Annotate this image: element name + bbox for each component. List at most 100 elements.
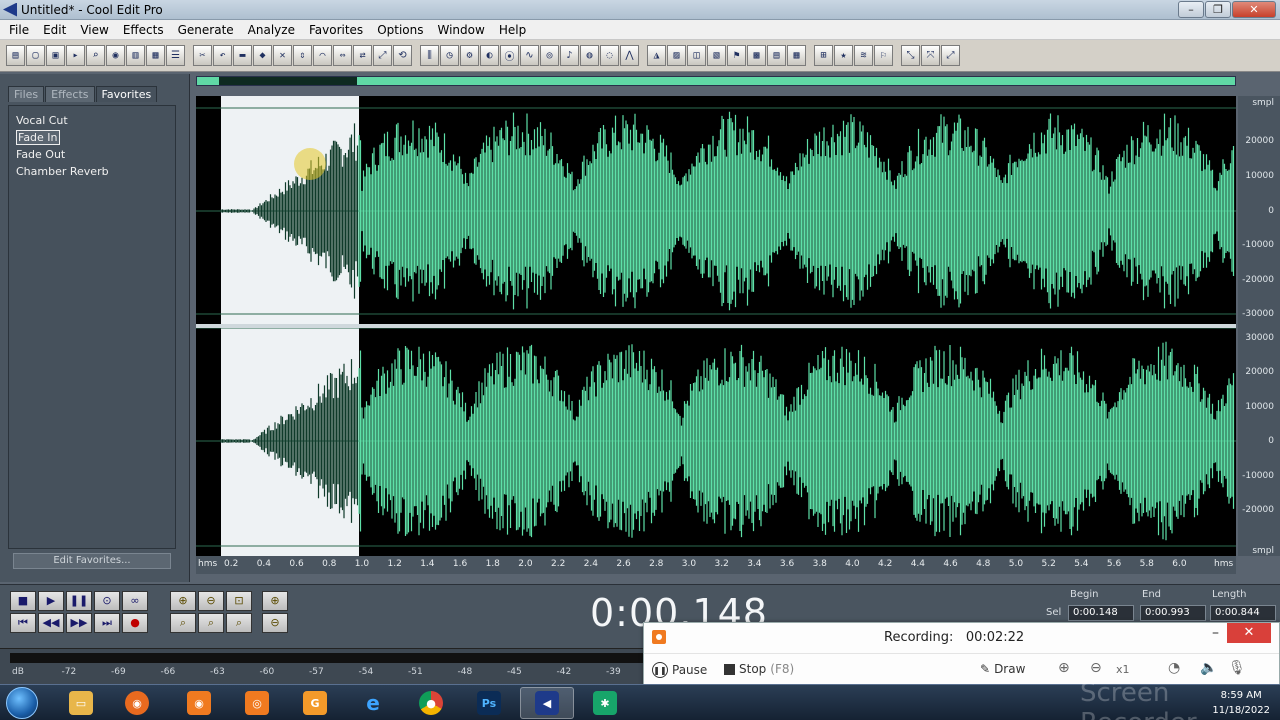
list-item[interactable]: Chamber Reverb bbox=[9, 163, 175, 180]
play-file-icon[interactable]: ▸ bbox=[66, 45, 85, 66]
zoom-in-horizontal-icon[interactable]: ⊕ bbox=[170, 591, 196, 611]
minimize-button[interactable]: – bbox=[1178, 1, 1204, 18]
taskbar-explorer[interactable]: ▭ bbox=[54, 687, 108, 719]
insert-silence-icon[interactable]: ▬ bbox=[233, 45, 252, 66]
echo-icon[interactable]: ⦿ bbox=[500, 45, 519, 66]
batch-icon[interactable]: ▩ bbox=[747, 45, 766, 66]
open-file-icon[interactable]: ▣ bbox=[46, 45, 65, 66]
taskbar-cool-edit[interactable]: ◀ bbox=[520, 687, 574, 719]
taskbar-pdf[interactable]: G bbox=[288, 687, 342, 719]
taskbar-photoshop[interactable]: Ps bbox=[462, 687, 516, 719]
menu-help[interactable]: Help bbox=[492, 23, 533, 37]
stretch-icon[interactable]: ⇔ bbox=[333, 45, 352, 66]
taskbar-ie[interactable]: e bbox=[346, 687, 400, 719]
cd-track-icon[interactable]: ◉ bbox=[106, 45, 125, 66]
fullscreen-icon[interactable]: ⤢ bbox=[941, 45, 960, 66]
zoom-left-icon[interactable]: ⌕ bbox=[170, 613, 196, 633]
end-field[interactable]: 0:00.993 bbox=[1140, 605, 1206, 621]
menu-view[interactable]: View bbox=[73, 23, 115, 37]
crossfade-icon[interactable]: ✕ bbox=[273, 45, 292, 66]
zoom-in-icon[interactable]: ⊕ bbox=[1058, 660, 1070, 676]
meter-view-icon[interactable]: ▥ bbox=[126, 45, 145, 66]
taskbar-app[interactable]: ✱ bbox=[578, 687, 632, 719]
zoom-right-icon[interactable]: ⌕ bbox=[198, 613, 224, 633]
filter-icon[interactable]: ◐ bbox=[480, 45, 499, 66]
tab-files[interactable]: Files bbox=[8, 86, 45, 102]
restore-button[interactable]: ❐ bbox=[1205, 1, 1231, 18]
list-item[interactable]: Vocal Cut bbox=[9, 112, 175, 129]
cut-icon[interactable]: ✂ bbox=[193, 45, 212, 66]
rewind-icon[interactable]: ◀◀ bbox=[38, 613, 64, 633]
stop-recording-button[interactable]: Stop (F8) bbox=[724, 662, 794, 676]
reverse-icon[interactable]: ⇄ bbox=[353, 45, 372, 66]
menu-favorites[interactable]: Favorites bbox=[302, 23, 370, 37]
undo-icon[interactable]: ↶ bbox=[213, 45, 232, 66]
play-icon[interactable]: ▶ bbox=[38, 591, 64, 611]
envelope-icon[interactable]: ⌒ bbox=[313, 45, 332, 66]
chorus-icon[interactable]: ◍ bbox=[580, 45, 599, 66]
marker-icon[interactable]: ⚐ bbox=[874, 45, 893, 66]
zoom-full-icon[interactable]: ⊡ bbox=[226, 591, 252, 611]
grid-icon[interactable]: ▦ bbox=[787, 45, 806, 66]
zoom-out-icon[interactable]: ⊖ bbox=[1090, 660, 1102, 676]
menu-window[interactable]: Window bbox=[431, 23, 492, 37]
zoom-out-vertical-icon[interactable]: ⊖ bbox=[262, 613, 288, 633]
mixer-icon[interactable]: ⊞ bbox=[814, 45, 833, 66]
taskbar-camera[interactable]: ◎ bbox=[230, 687, 284, 719]
menu-generate[interactable]: Generate bbox=[171, 23, 241, 37]
distortion-icon[interactable]: ⋀ bbox=[620, 45, 639, 66]
tab-favorites[interactable]: Favorites bbox=[95, 86, 158, 102]
microphone-icon[interactable]: 🎙 bbox=[1228, 660, 1246, 676]
waveform-display[interactable] bbox=[196, 96, 1236, 556]
overview-viewport[interactable] bbox=[219, 77, 357, 85]
zoom-selection-icon[interactable]: ⌕ bbox=[226, 613, 252, 633]
webcam-icon[interactable]: ◔ bbox=[1168, 660, 1180, 676]
pause-icon[interactable]: ❚❚ bbox=[66, 591, 92, 611]
phase-icon[interactable]: ◫ bbox=[687, 45, 706, 66]
menu-analyze[interactable]: Analyze bbox=[241, 23, 302, 37]
menu-effects[interactable]: Effects bbox=[116, 23, 171, 37]
overview-scrollbar[interactable] bbox=[196, 76, 1236, 86]
recorder-minimize-button[interactable]: – bbox=[1212, 625, 1219, 641]
pitch-icon[interactable]: ♪ bbox=[560, 45, 579, 66]
draw-button[interactable]: ✎ Draw bbox=[980, 662, 1025, 676]
tab-effects[interactable]: Effects bbox=[45, 86, 95, 102]
stop-icon[interactable]: ■ bbox=[10, 591, 36, 611]
list-item[interactable]: Fade Out bbox=[9, 146, 175, 163]
edit-favorites-button[interactable]: Edit Favorites... bbox=[13, 553, 171, 569]
flip-icon[interactable]: ⟲ bbox=[393, 45, 412, 66]
timer-icon[interactable]: ◷ bbox=[440, 45, 459, 66]
zoom-in-vertical-icon[interactable]: ⊕ bbox=[262, 591, 288, 611]
spectrum-icon[interactable]: ⫼ bbox=[420, 45, 439, 66]
fast-forward-icon[interactable]: ▶▶ bbox=[66, 613, 92, 633]
wave-shape-icon[interactable]: ∿ bbox=[520, 45, 539, 66]
go-to-end-icon[interactable]: ⏭ bbox=[94, 613, 120, 633]
taskbar-chrome[interactable]: ● bbox=[404, 687, 458, 719]
snap-icon[interactable]: ◆ bbox=[253, 45, 272, 66]
start-button[interactable] bbox=[6, 687, 38, 719]
noise-reduction-icon[interactable]: ≋ bbox=[854, 45, 873, 66]
normalize-icon[interactable]: ⤢ bbox=[373, 45, 392, 66]
menu-options[interactable]: Options bbox=[370, 23, 430, 37]
time-ruler[interactable]: hms hms 0.2 0.4 0.6 0.8 1.0 1.2 1.4 1.6 1.8 2.0 2.… bbox=[196, 556, 1236, 574]
play-to-end-icon[interactable]: ⊙ bbox=[94, 591, 120, 611]
scripts-icon[interactable]: ⚑ bbox=[727, 45, 746, 66]
begin-field[interactable]: 0:00.148 bbox=[1068, 605, 1134, 621]
speaker-icon[interactable]: 🔈 bbox=[1200, 660, 1217, 676]
zoom-selection-icon[interactable]: ⤡ bbox=[901, 45, 920, 66]
close-button[interactable]: ✕ bbox=[1232, 1, 1276, 18]
cue-list-icon[interactable]: ▤ bbox=[767, 45, 786, 66]
reverb-icon[interactable]: ◌ bbox=[600, 45, 619, 66]
pause-recording-button[interactable]: ❚❚ Pause bbox=[652, 662, 707, 678]
settings-gear-icon[interactable]: ⚙ bbox=[460, 45, 479, 66]
record-icon[interactable]: ● bbox=[122, 613, 148, 633]
taskbar-recorder[interactable]: ◉ bbox=[172, 687, 226, 719]
multitrack-view-icon[interactable]: ▤ bbox=[6, 45, 25, 66]
list-view-icon[interactable]: ☰ bbox=[166, 45, 185, 66]
taskbar-firefox[interactable]: ◉ bbox=[110, 687, 164, 719]
new-file-icon[interactable]: ▢ bbox=[26, 45, 45, 66]
frequency-icon[interactable]: ▨ bbox=[667, 45, 686, 66]
colored-grid-icon[interactable]: ▦ bbox=[146, 45, 165, 66]
find-file-icon[interactable]: ⌕ bbox=[86, 45, 105, 66]
delay-icon[interactable]: ◎ bbox=[540, 45, 559, 66]
